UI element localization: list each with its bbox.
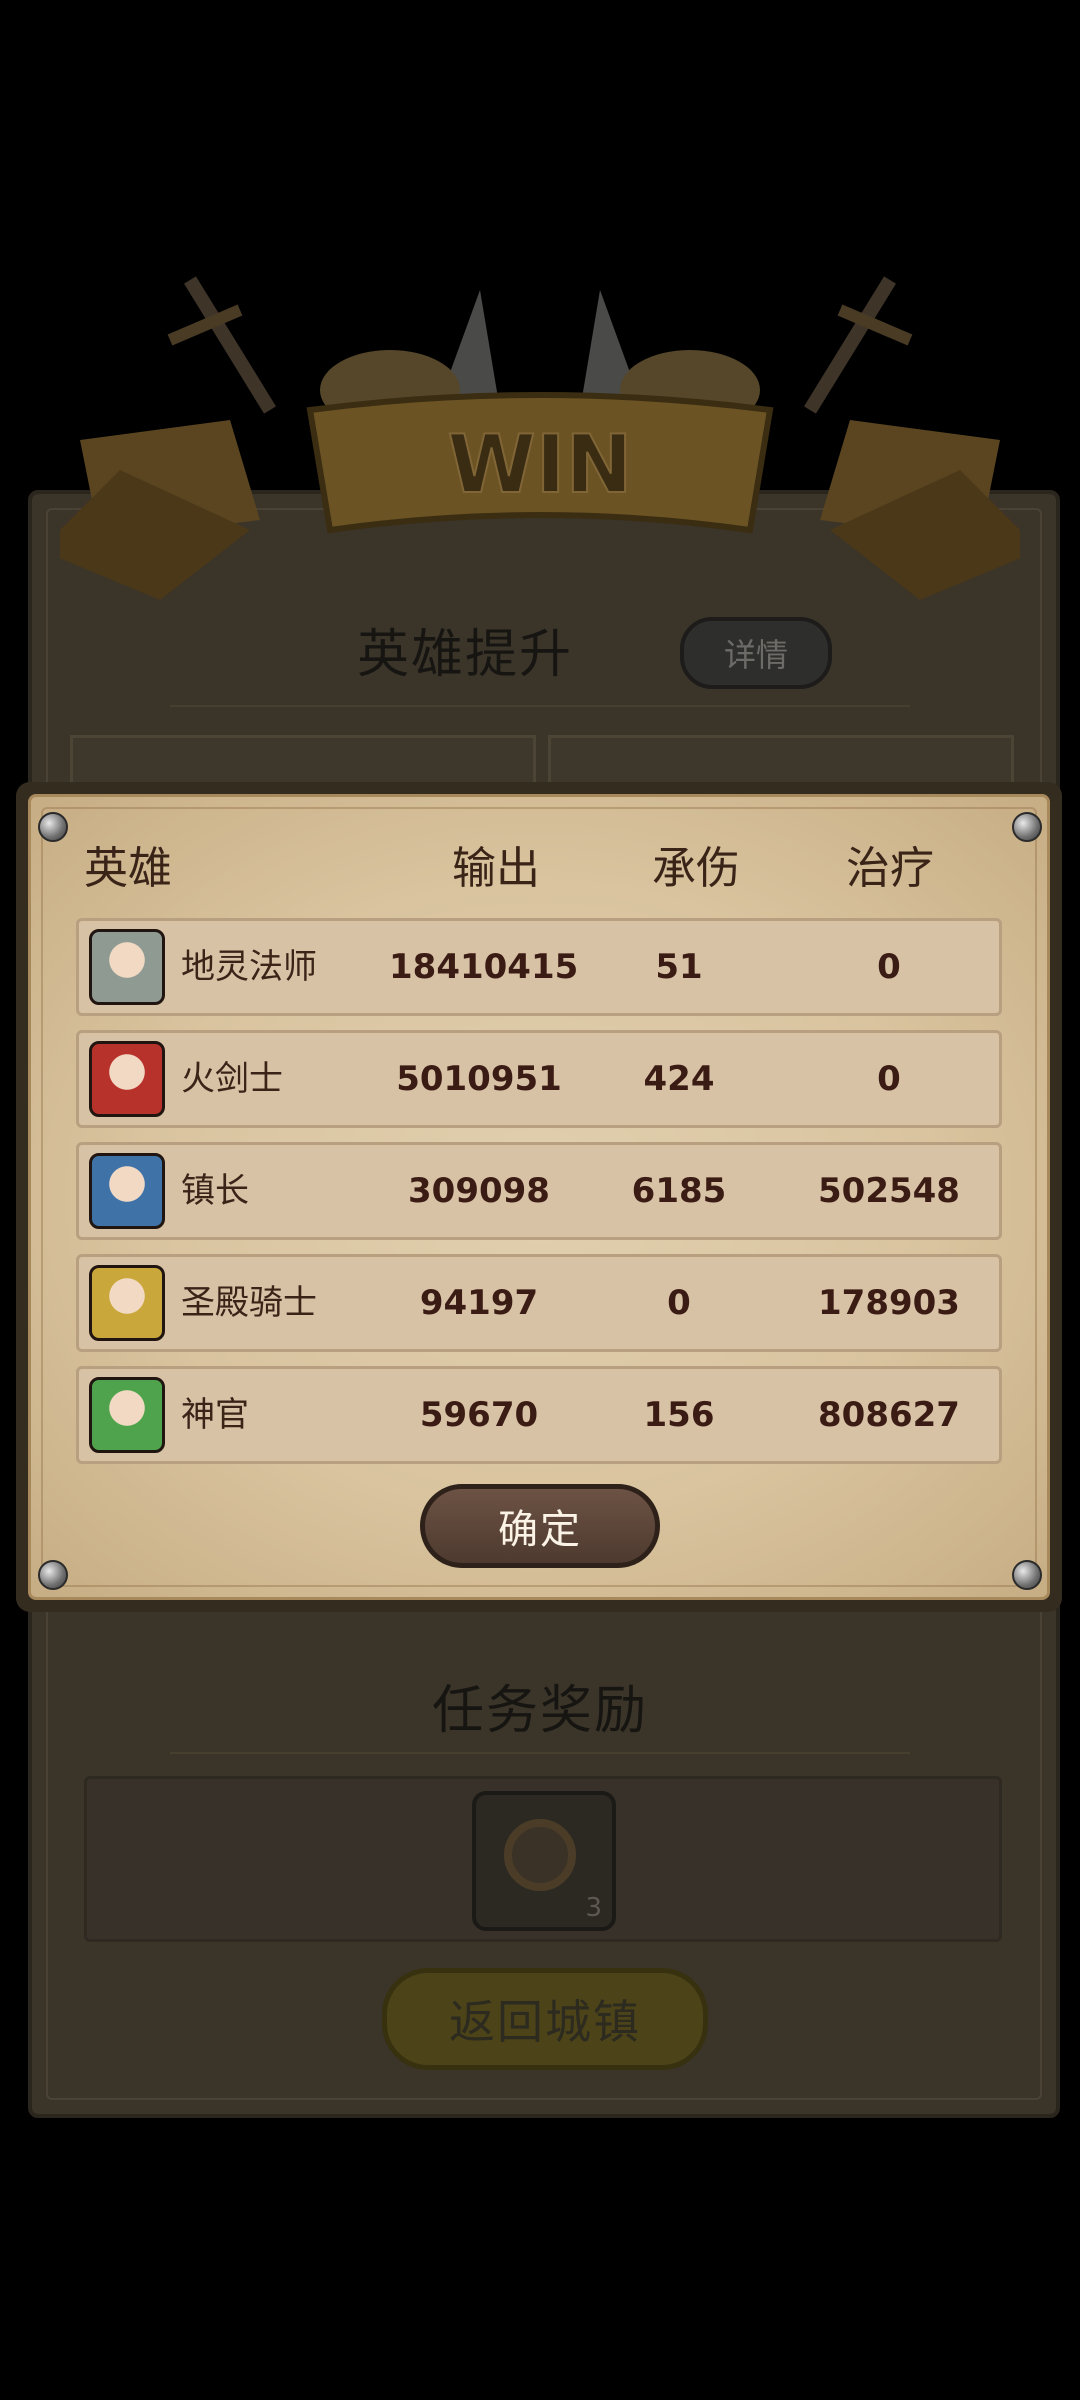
reward-count: 3 — [585, 1893, 602, 1923]
reward-emblem-icon — [504, 1819, 576, 1891]
header-healing: 治疗 — [846, 843, 934, 894]
hero-avatar-icon — [89, 1265, 165, 1341]
damage-taken-value: 0 — [667, 1283, 691, 1323]
output-value: 5010951 — [396, 1059, 562, 1099]
hero-avatar-icon — [89, 929, 165, 1005]
hero-avatar-icon — [89, 1153, 165, 1229]
output-value: 94197 — [419, 1283, 539, 1323]
reward-item[interactable]: 3 — [472, 1791, 616, 1931]
bolt-icon — [38, 1560, 68, 1590]
hero-avatar-icon — [89, 1041, 165, 1117]
bolt-icon — [1012, 1560, 1042, 1590]
task-reward-title: 任务奖励 — [431, 1681, 648, 1741]
damage-taken-value: 156 — [643, 1395, 715, 1435]
hero-stat-row: 镇长 309098 6185 502548 — [76, 1142, 1002, 1240]
hero-stat-row: 地灵法师 18410415 51 0 — [76, 918, 1002, 1016]
healing-value: 502548 — [818, 1171, 960, 1211]
hero-name: 镇长 — [181, 1171, 249, 1211]
bolt-icon — [38, 812, 68, 842]
damage-taken-value: 51 — [655, 947, 703, 987]
hero-name: 神官 — [181, 1395, 249, 1435]
header-damage-taken: 承伤 — [652, 843, 740, 894]
divider — [170, 705, 910, 707]
hero-name: 火剑士 — [181, 1059, 283, 1099]
confirm-button[interactable]: 确定 — [420, 1484, 660, 1568]
hero-name: 地灵法师 — [181, 947, 317, 987]
healing-value: 178903 — [818, 1283, 960, 1323]
damage-taken-value: 6185 — [631, 1171, 727, 1211]
damage-taken-value: 424 — [643, 1059, 715, 1099]
hero-upgrade-title: 英雄提升 — [356, 625, 573, 685]
hero-avatar-icon — [89, 1377, 165, 1453]
healing-value: 0 — [877, 1059, 901, 1099]
bolt-icon — [1012, 812, 1042, 842]
win-text: WIN — [448, 418, 633, 511]
hero-name: 圣殿骑士 — [181, 1283, 317, 1323]
detail-button[interactable]: 详情 — [680, 617, 832, 689]
header-hero: 英雄 — [84, 843, 172, 894]
healing-value: 808627 — [818, 1395, 960, 1435]
healing-value: 0 — [877, 947, 901, 987]
hero-stat-row: 神官 59670 156 808627 — [76, 1366, 1002, 1464]
output-value: 309098 — [408, 1171, 550, 1211]
header-output: 输出 — [452, 843, 540, 894]
return-to-town-button[interactable]: 返回城镇 — [382, 1968, 708, 2070]
hero-stat-row: 圣殿骑士 94197 0 178903 — [76, 1254, 1002, 1352]
output-value: 18410415 — [389, 947, 579, 987]
win-banner: WIN — [60, 276, 1020, 600]
hero-stat-row: 火剑士 5010951 424 0 — [76, 1030, 1002, 1128]
divider — [170, 1752, 910, 1754]
output-value: 59670 — [419, 1395, 539, 1435]
